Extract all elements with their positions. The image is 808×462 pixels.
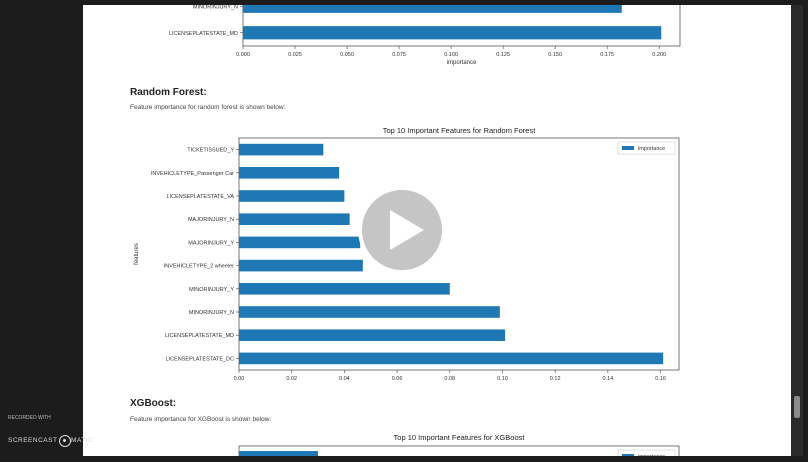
bar bbox=[239, 236, 361, 249]
x-tick-label: 0.02 bbox=[286, 376, 297, 382]
x-tick-label: 0.12 bbox=[550, 376, 561, 382]
screencast-watermark: RECORDED WITH SCREENCAST MATIC bbox=[8, 415, 98, 455]
chart-xgboost: Top 10 Important Features for XGBoost imp… bbox=[238, 433, 680, 456]
bar bbox=[239, 143, 324, 156]
xgb-description: Feature importance for XGBoost is shown … bbox=[130, 416, 272, 423]
x-tick-label: 0.075 bbox=[392, 52, 406, 58]
y-tick-label: MINORINJURY_N bbox=[193, 5, 238, 10]
legend-label: importance bbox=[638, 454, 665, 456]
x-tick-label: 0.14 bbox=[603, 376, 614, 382]
watermark-brand-right: MATIC bbox=[71, 437, 94, 444]
x-tick-label: 0.04 bbox=[339, 376, 350, 382]
y-tick-label: LICENSEPLATESTATE_VA bbox=[167, 194, 235, 200]
chart-top-feature-importance: MINORINJURY_N LICENSEPLATESTATE_MD 0.000 0.… bbox=[169, 5, 681, 66]
bar bbox=[243, 5, 622, 13]
x-tick-label: 0.175 bbox=[600, 52, 614, 58]
x-tick-label: 0.06 bbox=[392, 376, 403, 382]
bar bbox=[239, 283, 450, 295]
x-tick-label: 0.00 bbox=[234, 376, 245, 382]
bar bbox=[239, 190, 345, 202]
bar bbox=[239, 213, 350, 225]
x-tick-label: 0.100 bbox=[444, 52, 458, 58]
y-tick-label: MAJORINJURY_N bbox=[188, 217, 234, 223]
xgb-heading: XGBoost: bbox=[130, 398, 177, 409]
x-tick-label: 0.16 bbox=[655, 376, 666, 382]
bar bbox=[239, 259, 363, 272]
x-tick-label: 0.050 bbox=[340, 52, 354, 58]
watermark-recorded-label: RECORDED WITH bbox=[8, 415, 51, 421]
y-tick-label: INVEHICLETYPE_2 wheeler bbox=[164, 264, 234, 270]
scrollbar-thumb[interactable] bbox=[794, 396, 800, 418]
scrollbar-track[interactable] bbox=[791, 5, 803, 456]
x-tick-label: 0.025 bbox=[288, 52, 302, 58]
x-tick-label: 0.08 bbox=[444, 376, 455, 382]
y-tick-label: MINORINJURY_Y bbox=[189, 287, 234, 293]
bar bbox=[239, 451, 318, 456]
play-icon bbox=[358, 186, 446, 274]
chart-title: Top 10 Important Features for Random For… bbox=[383, 126, 536, 135]
x-tick-label: 0.150 bbox=[548, 52, 562, 58]
bar bbox=[239, 306, 500, 318]
bar bbox=[239, 167, 340, 179]
x-tick-label: 0.000 bbox=[236, 52, 250, 58]
y-axis-label: features bbox=[134, 243, 140, 265]
chart-title: Top 10 Important Features for XGBoost bbox=[394, 433, 526, 442]
watermark-brand-left: SCREENCAST bbox=[8, 437, 58, 444]
bar bbox=[243, 26, 662, 40]
x-tick-label: 0.200 bbox=[652, 52, 666, 58]
y-tick-label: TICKETISSUED_Y bbox=[187, 148, 234, 154]
x-tick-label: 0.10 bbox=[497, 376, 508, 382]
play-button[interactable] bbox=[357, 185, 447, 275]
y-tick-label: MINORINJURY_N bbox=[189, 310, 234, 316]
x-axis-label: importance bbox=[447, 60, 477, 66]
rf-description: Feature importance for random forest is … bbox=[130, 104, 286, 111]
y-tick-label: INVEHICLETYPE_Passenger Car bbox=[151, 171, 234, 177]
bar bbox=[239, 329, 506, 341]
rf-heading: Random Forest: bbox=[130, 87, 207, 98]
x-tick-label: 0.125 bbox=[496, 52, 510, 58]
legend-label: importance bbox=[638, 146, 665, 152]
bar bbox=[239, 352, 664, 365]
y-tick-label: LICENSEPLATESTATE_MD bbox=[169, 31, 238, 37]
legend-swatch bbox=[622, 454, 634, 456]
y-tick-label: MAJORINJURY_Y bbox=[188, 240, 234, 246]
video-frame: MINORINJURY_N LICENSEPLATESTATE_MD 0.000 0.… bbox=[0, 0, 808, 462]
legend-swatch bbox=[622, 146, 634, 150]
screencast-logo-icon bbox=[59, 435, 71, 447]
y-tick-label: LICENSEPLATESTATE_MD bbox=[165, 333, 234, 339]
y-tick-label: LICENSEPLATESTATE_DC bbox=[166, 356, 234, 362]
